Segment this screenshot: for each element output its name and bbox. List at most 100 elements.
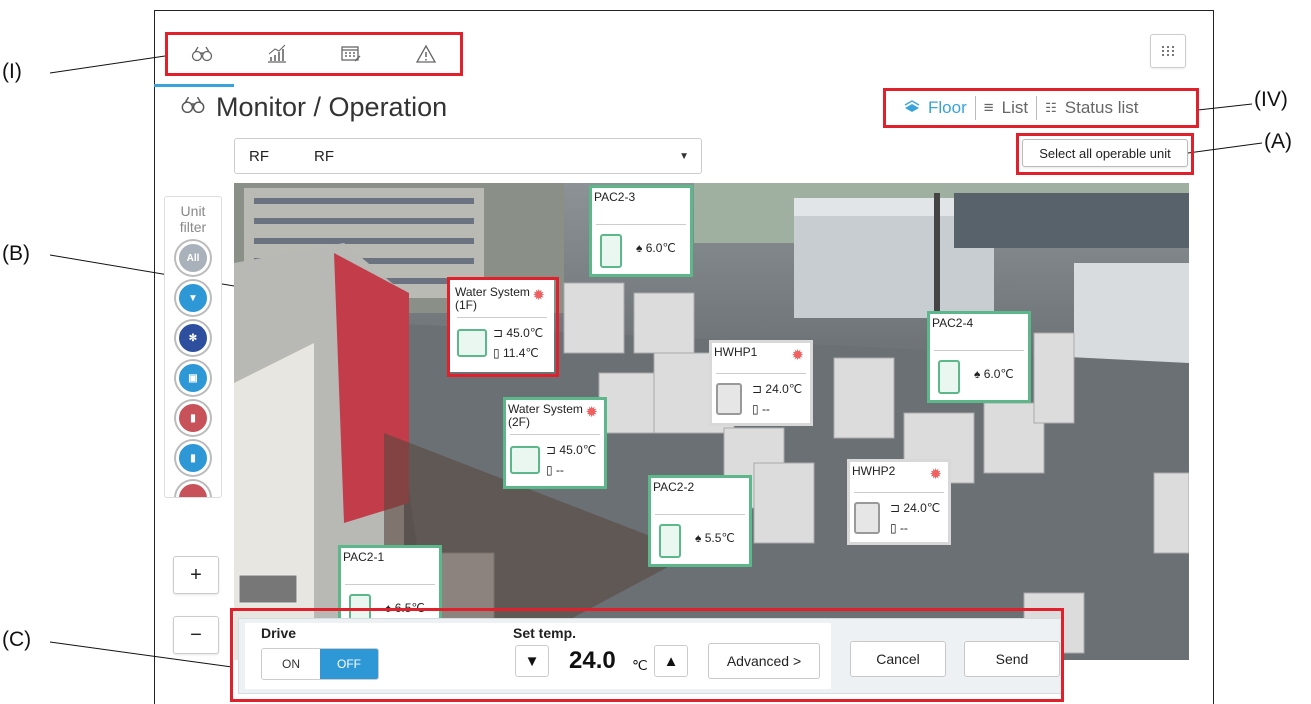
heater-icon: ▮ xyxy=(190,412,196,424)
unit-card-pac2-2[interactable]: PAC2-2 ♠ 5.5℃ xyxy=(648,475,752,567)
leader-nav xyxy=(49,55,166,74)
filter-snowflake-button[interactable]: ✻ xyxy=(176,321,210,355)
unit-filter-title-line1: Unit xyxy=(180,203,206,219)
card-divider xyxy=(510,434,600,435)
unit-card-pac2-3[interactable]: PAC2-3 ♠ 6.0℃ xyxy=(589,185,693,277)
zoom-in-button[interactable]: + xyxy=(173,556,219,594)
filter-all-label: All xyxy=(186,252,200,264)
heating-icon: ✹ xyxy=(585,404,598,421)
card-divider xyxy=(716,373,806,374)
highlight-control-bar xyxy=(230,608,1064,702)
filter-tank-button[interactable]: ▮ xyxy=(176,441,210,475)
unit-card-hwhp1[interactable]: HWHP1 ✹ ⊐ 24.0℃ ▯ -- xyxy=(709,340,813,426)
package-unit-icon xyxy=(659,524,681,558)
unit-name: HWHP1 xyxy=(714,345,758,359)
filter-red-unit-button[interactable]: ▮ xyxy=(176,401,210,435)
snowflake-icon: ✻ xyxy=(188,332,198,344)
page: (I) (IV) (A) (B) (C) Monitor / Operation xyxy=(0,0,1311,704)
outlet-temp-row: ⊐ 24.0℃ xyxy=(890,498,940,518)
package-unit-icon xyxy=(938,360,960,394)
grid-menu-button[interactable] xyxy=(1150,34,1186,68)
package-unit-icon xyxy=(600,234,622,268)
unit-name: PAC2-3 xyxy=(594,190,636,204)
inlet-temp: -- xyxy=(899,521,908,535)
card-divider xyxy=(854,492,944,493)
active-tab-indicator xyxy=(154,84,234,87)
unit-temp-row: ♠ 5.5℃ xyxy=(695,528,735,548)
inlet-icon: ▯ xyxy=(890,521,900,535)
outlet-temp-row: ⊐ 45.0℃ xyxy=(546,440,596,460)
outlet-temp-row: ⊐ 24.0℃ xyxy=(752,379,802,399)
inlet-temp-row: ▯ -- xyxy=(890,518,940,538)
outlet-icon: ⊐ xyxy=(546,443,560,457)
unit-temp: 5.5℃ xyxy=(704,531,735,545)
unit-filter: Unit filter All ▼ ✻ ▣ ▮ ▮ xyxy=(164,196,222,498)
heating-icon: ✹ xyxy=(929,466,942,483)
outlet-temp: 24.0℃ xyxy=(765,382,803,396)
zoom-out-button[interactable]: − xyxy=(173,616,219,654)
unit-temp: 6.0℃ xyxy=(645,241,676,255)
highlight-nav xyxy=(165,32,463,76)
unit-name: PAC2-4 xyxy=(932,316,974,330)
inlet-temp: -- xyxy=(761,402,770,416)
filter-cooling-button[interactable]: ▼ xyxy=(176,281,210,315)
unit-card-hwhp2[interactable]: HWHP2 ✹ ⊐ 24.0℃ ▯ -- xyxy=(847,459,951,545)
unit-temp-row: ♠ 6.0℃ xyxy=(636,238,676,258)
unit-values: ⊐ 45.0℃ ▯ -- xyxy=(546,440,596,480)
highlight-view-tabs xyxy=(883,88,1199,128)
callout-label-select-all: (A) xyxy=(1264,130,1292,153)
unit-values: ⊐ 24.0℃ ▯ -- xyxy=(890,498,940,538)
room-temp-icon: ♠ xyxy=(695,531,705,545)
filter-building-button[interactable]: ▣ xyxy=(176,361,210,395)
inlet-icon: ▯ xyxy=(752,402,762,416)
unit-card-pac2-4[interactable]: PAC2-4 ♠ 6.0℃ xyxy=(927,311,1031,403)
page-title-text: Monitor / Operation xyxy=(216,92,448,122)
chevron-down-icon: ▼ xyxy=(679,151,689,162)
outlet-temp: 24.0℃ xyxy=(903,501,941,515)
unit-values: ⊐ 24.0℃ ▯ -- xyxy=(752,379,802,419)
inlet-temp: -- xyxy=(555,463,564,477)
tank-icon: ▮ xyxy=(190,452,196,464)
heat-pump-icon xyxy=(716,383,742,415)
inlet-temp-row: ▯ -- xyxy=(546,460,596,480)
callout-label-nav: (I) xyxy=(2,60,22,83)
callout-label-control: (C) xyxy=(2,628,32,651)
unit-temp: 6.0℃ xyxy=(983,367,1014,381)
floor-map[interactable]: PAC2-3 ♠ 6.0℃ Water System (1F) ✹ ⊐ 45.0… xyxy=(234,183,1189,660)
unit-name: PAC2-2 xyxy=(653,480,695,494)
page-title: Monitor / Operation xyxy=(180,92,447,123)
leader-view xyxy=(1197,103,1253,111)
unit-name: Water System (2F) xyxy=(508,402,583,429)
card-divider xyxy=(934,350,1024,351)
unit-filter-title-line2: filter xyxy=(179,219,207,235)
unit-filter-title: Unit filter xyxy=(165,197,221,235)
heating-icon: ✹ xyxy=(791,347,804,364)
filter-all-button[interactable]: All xyxy=(176,241,210,275)
outlet-icon: ⊐ xyxy=(890,501,904,515)
unit-card-water-system-2f[interactable]: Water System (2F) ✹ ⊐ 45.0℃ ▯ -- xyxy=(503,397,607,489)
highlight-unit-card xyxy=(447,277,559,377)
unit-temp-row: ♠ 6.0℃ xyxy=(974,364,1014,384)
unit-name: PAC2-1 xyxy=(343,550,385,564)
outlet-icon: ⊐ xyxy=(752,382,766,396)
building-icon: ▣ xyxy=(188,372,198,384)
floor-select[interactable]: RF RF ▼ xyxy=(234,138,702,174)
chiller-icon xyxy=(510,446,540,474)
floor-name: RF xyxy=(314,147,334,165)
floor-code: RF xyxy=(249,147,269,165)
callout-label-view: (IV) xyxy=(1254,88,1288,111)
outlet-temp: 45.0℃ xyxy=(559,443,597,457)
inlet-temp-row: ▯ -- xyxy=(752,399,802,419)
room-temp-icon: ♠ xyxy=(974,367,984,381)
grid-menu-icon xyxy=(1162,44,1174,59)
card-divider xyxy=(345,584,435,585)
filter-red-unit-2-button[interactable] xyxy=(176,481,210,497)
callout-label-card: (B) xyxy=(2,242,30,265)
leader-select-all xyxy=(1187,142,1263,154)
card-divider xyxy=(655,514,745,515)
inlet-icon: ▯ xyxy=(546,463,556,477)
highlight-select-all xyxy=(1016,133,1194,175)
binoculars-icon xyxy=(180,96,206,120)
card-divider xyxy=(596,224,686,225)
fan-unit-icon: ▼ xyxy=(188,292,198,304)
